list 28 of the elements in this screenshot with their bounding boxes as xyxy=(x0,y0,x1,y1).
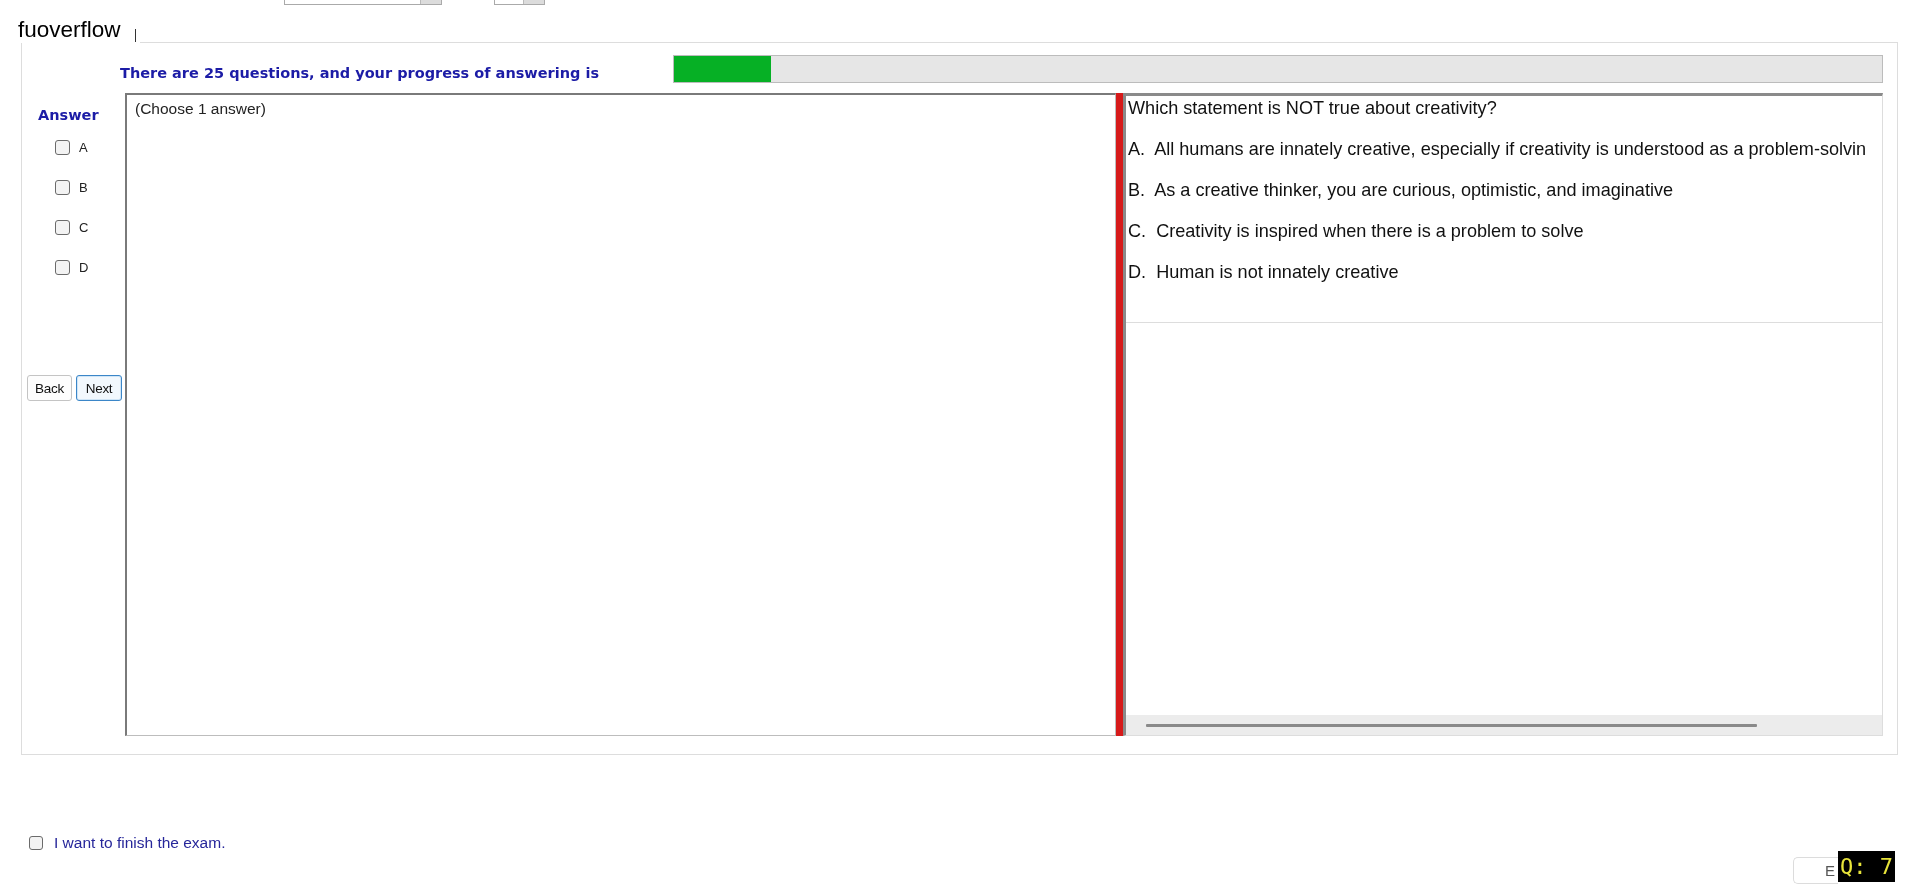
checkbox[interactable] xyxy=(29,836,43,850)
checkbox-label: A xyxy=(79,139,88,155)
dropdown-field[interactable] xyxy=(494,0,545,5)
question-text: Which statement is NOT true about creativity? xyxy=(1128,97,1497,119)
answer-heading: Answer xyxy=(38,107,100,124)
horizontal-scrollbar[interactable] xyxy=(1126,715,1882,735)
option-text: A. All humans are innately creative, especially if creativity is understood as a problem-solvin xyxy=(1128,138,1867,160)
text-cursor-icon xyxy=(134,29,136,42)
progress-label: There are 25 questions, and your progress of answering is xyxy=(120,65,600,81)
checkbox-label: I want to finish the exam. xyxy=(54,834,226,852)
exit-button[interactable]: E xyxy=(1793,857,1838,884)
checkbox-label: B xyxy=(79,179,88,195)
checkbox[interactable] xyxy=(55,139,70,155)
next-button[interactable]: Next xyxy=(76,375,122,401)
option-text: B. As a creative thinker, you are curious, optimistic, and imaginative xyxy=(1128,179,1674,201)
option-text: D. Human is not innately creative xyxy=(1128,261,1399,283)
back-button[interactable]: Back xyxy=(27,375,72,401)
instruction-text: (Choose 1 answer) xyxy=(135,100,266,117)
scrollbar-thumb[interactable] xyxy=(1146,723,1757,727)
question-number-badge: Q: 7 xyxy=(1838,851,1895,882)
checkbox[interactable] xyxy=(55,219,70,235)
group-caption: fuoverflow xyxy=(18,17,121,43)
dropdown-field[interactable] xyxy=(284,0,442,5)
option-text: C. Creativity is inspired when there is a problem to solve xyxy=(1128,220,1584,242)
checkbox[interactable] xyxy=(55,259,70,275)
checkbox-label: D xyxy=(79,259,89,275)
checkbox-label: C xyxy=(79,219,89,235)
checkbox[interactable] xyxy=(55,179,70,195)
